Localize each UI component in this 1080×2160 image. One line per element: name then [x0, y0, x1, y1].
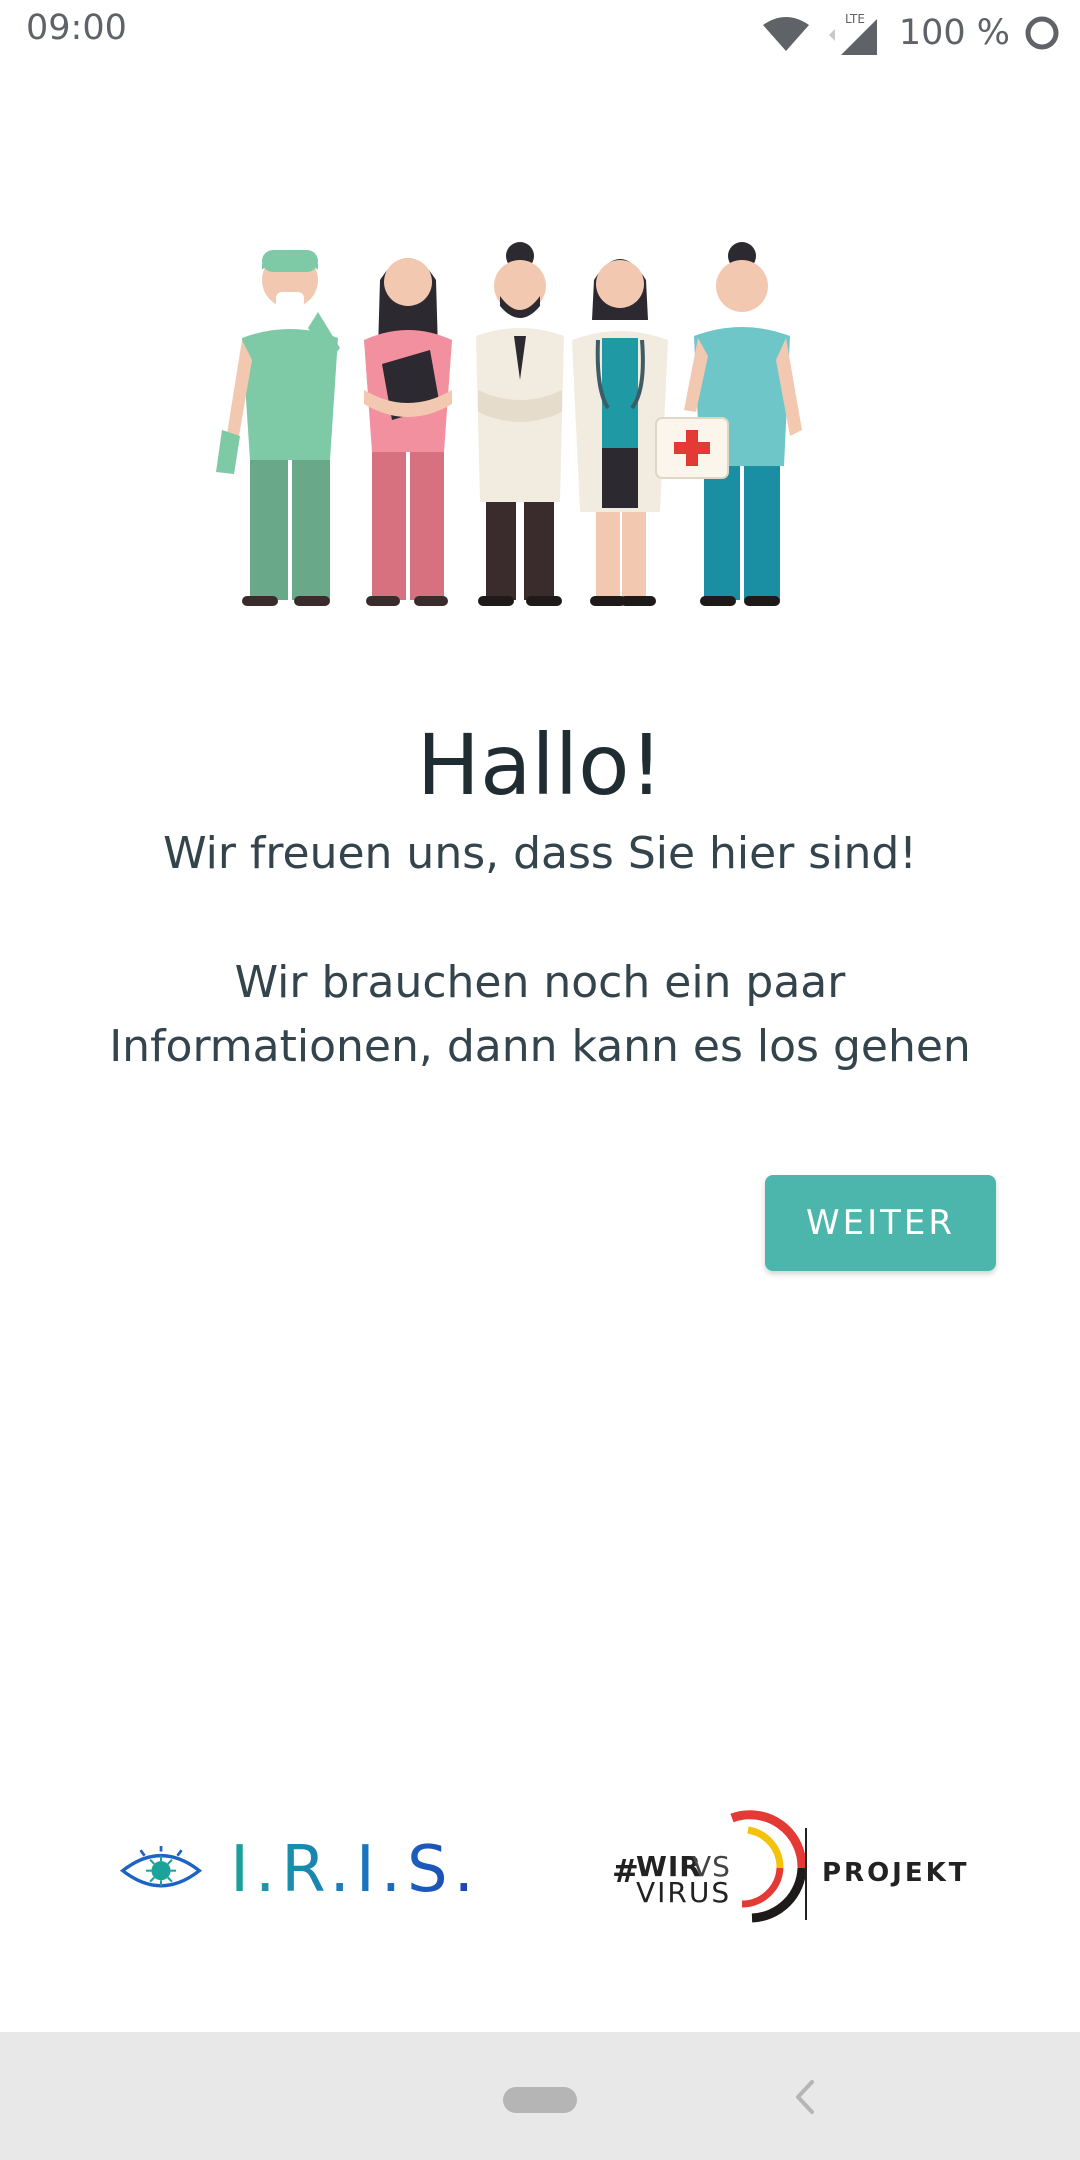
doctor-figure [476, 242, 564, 606]
nurse-figure [364, 258, 452, 606]
eye-virus-icon [120, 1846, 203, 1888]
wirvsvirus-projekt: PROJEKT [822, 1858, 970, 1888]
wirvsvirus-virus: VIRUS [636, 1876, 732, 1909]
medical-staff-illustration [216, 242, 802, 606]
wirvsvirus-divider [805, 1828, 807, 1920]
battery-percentage: 100 % [898, 13, 1010, 53]
next-button[interactable]: WEITER [765, 1175, 996, 1271]
status-icons: LTE 100 % [761, 8, 1060, 58]
battery-icon [1025, 16, 1059, 50]
page-title: Hallo! [416, 716, 664, 814]
welcome-info-text: Wir brauchen noch ein paar Informationen… [109, 957, 971, 1072]
lte-label: LTE [845, 12, 865, 26]
status-time: 09:00 [26, 8, 127, 48]
system-nav-bar [0, 2032, 1080, 2160]
iris-logo-text: I.R.I.S. [230, 1833, 480, 1907]
status-bar: 09:00 LTE 100 % [0, 0, 1080, 66]
home-pill-icon[interactable] [503, 2087, 577, 2113]
wifi-icon [762, 17, 809, 51]
wirvsvirus-logo: # WIR VS VIRUS PROJEKT [612, 1808, 972, 1928]
female-doctor-figure [572, 259, 668, 606]
welcome-subtitle: Wir freuen uns, dass Sie hier sind! [163, 828, 917, 879]
cell-signal-icon: LTE [828, 12, 877, 55]
iris-logo: I.R.I.S. [120, 1825, 480, 1915]
wirvsvirus-hash: # [612, 1852, 639, 1890]
male-nurse-figure [655, 242, 802, 606]
back-chevron-icon[interactable] [790, 2072, 820, 2122]
surgeon-figure [216, 250, 340, 606]
